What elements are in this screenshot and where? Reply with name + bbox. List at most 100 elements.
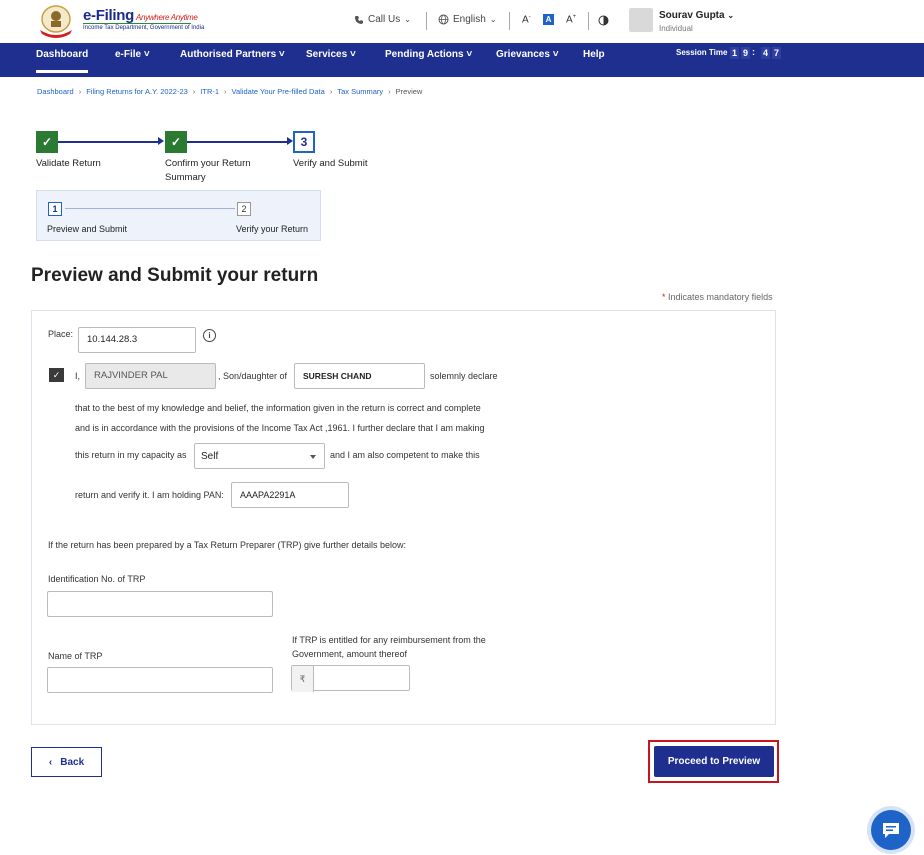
chevron-down-icon: ˅: [466, 49, 473, 60]
declaration-checkbox[interactable]: ✓: [49, 368, 64, 382]
back-button-label: Back: [60, 756, 85, 768]
chevron-down-icon: ˅: [349, 49, 356, 60]
declaration-line-1: that to the best of my knowledge and bel…: [75, 403, 481, 413]
nav-grievances[interactable]: Grievances ˅: [496, 43, 559, 77]
header-divider: [509, 12, 510, 30]
step-1-label: Validate Return: [36, 158, 101, 169]
step-1-check-icon: ✓: [36, 131, 58, 153]
reimbursement-amount-input[interactable]: ₹: [291, 665, 410, 692]
nav-authorised-partners[interactable]: Authorised Partners ˅: [180, 43, 285, 77]
reimbursement-label: If TRP is entitled for any reimbursement…: [292, 635, 486, 659]
declaration-line-3b: and I am also competent to make this: [330, 450, 480, 460]
chevron-down-icon: ⌄: [489, 15, 497, 24]
globe-icon: [438, 14, 449, 25]
place-input[interactable]: 10.144.28.3: [78, 327, 196, 353]
proceed-to-preview-button[interactable]: Proceed to Preview: [654, 746, 774, 777]
logo-tagline: Anywhere Anytime: [135, 13, 198, 22]
contrast-icon[interactable]: [598, 15, 609, 26]
avatar[interactable]: [629, 8, 653, 32]
substep-1-number: 1: [48, 202, 62, 216]
page-title: Preview and Submit your return: [31, 265, 319, 286]
step-connector: [187, 141, 287, 143]
declaration-line-3: this return in my capacity as: [75, 450, 187, 460]
nav-dashboard[interactable]: Dashboard: [36, 43, 89, 73]
trp-id-input[interactable]: [47, 591, 273, 617]
trp-name-input[interactable]: [47, 667, 273, 693]
substep-2-number: 2: [237, 202, 251, 216]
chevron-down-icon: ˅: [552, 49, 559, 60]
chevron-down-icon: ˅: [143, 49, 150, 60]
session-time-label: Session Time: [676, 48, 728, 57]
session-digit: 4: [761, 47, 770, 59]
chevron-down-icon: ˅: [278, 49, 285, 60]
logo-title: e-Filing Anywhere Anytime: [83, 7, 198, 24]
solemnly-declare-text: solemnly declare: [430, 371, 498, 381]
logo-divider: [83, 23, 191, 24]
chevron-right-icon: ›: [192, 87, 196, 96]
declaration-line-4: return and verify it. I am holding PAN:: [75, 490, 224, 500]
taxpayer-name-field: RAJVINDER PAL: [85, 363, 216, 389]
session-digit: 7: [772, 47, 781, 59]
trp-name-label: Name of TRP: [48, 651, 103, 661]
step-3-label: Verify and Submit: [293, 158, 368, 169]
step-connector: [58, 141, 158, 143]
capacity-select[interactable]: Self: [194, 443, 325, 469]
chat-bubble-icon: [883, 823, 899, 838]
verification-form-card: Place: 10.144.28.3 i ✓ I, RAJVINDER PAL …: [31, 310, 776, 725]
nav-pending-actions[interactable]: Pending Actions ˅: [385, 43, 472, 77]
place-label: Place:: [48, 329, 74, 339]
user-role: Individual: [659, 24, 693, 33]
back-button[interactable]: ‹ Back: [31, 747, 102, 777]
header-divider: [426, 12, 427, 30]
nav-services[interactable]: Services ˅: [306, 43, 356, 77]
header-divider: [588, 12, 589, 30]
info-icon[interactable]: i: [203, 329, 216, 342]
breadcrumb-itr1[interactable]: ITR-1: [200, 87, 219, 96]
call-us-label: Call Us: [368, 14, 401, 25]
capacity-selected-value: Self: [201, 451, 219, 462]
arrow-right-icon: [158, 137, 164, 145]
nav-help[interactable]: Help: [583, 43, 605, 77]
father-name-input[interactable]: SURESH CHAND: [294, 363, 425, 389]
rupee-icon: ₹: [292, 666, 314, 692]
chevron-down-icon: ⌄: [727, 11, 735, 20]
trp-note: If the return has been prepared by a Tax…: [48, 540, 407, 550]
substep-1-label: Preview and Submit: [47, 224, 128, 234]
emblem-icon: [40, 5, 72, 38]
call-us-dropdown[interactable]: Call Us ⌄: [354, 14, 411, 25]
language-dropdown[interactable]: English ⌄: [438, 14, 497, 25]
phone-icon: [355, 15, 363, 24]
increase-text-button[interactable]: A+: [566, 14, 576, 25]
user-menu[interactable]: Sourav Gupta ⌄: [659, 10, 734, 21]
chat-button[interactable]: [871, 810, 911, 850]
step-2-check-icon: ✓: [165, 131, 187, 153]
substep-2-label: Verify your Return: [236, 224, 309, 234]
breadcrumb-tax-summary[interactable]: Tax Summary: [337, 87, 383, 96]
breadcrumb-preview: Preview: [395, 87, 423, 96]
substep-panel: 1 2 Preview and Submit Verify your Retur…: [36, 190, 321, 241]
substep-connector: [65, 208, 235, 209]
chevron-right-icon: ›: [224, 87, 227, 96]
step-3-number: 3: [293, 131, 315, 153]
main-navbar: Dashboard e-File ˅ Authorised Partners ˅…: [0, 43, 924, 77]
efiling-logo[interactable]: e-Filing Anywhere Anytime Income Tax Depa…: [36, 4, 204, 38]
breadcrumb-dashboard[interactable]: Dashboard: [37, 87, 74, 96]
normal-text-button[interactable]: A: [543, 14, 554, 25]
decl-i-text: I,: [75, 371, 81, 381]
session-colon: :: [752, 47, 755, 57]
nav-efile[interactable]: e-File ˅: [115, 43, 150, 77]
pan-field: AAAPA2291A: [231, 482, 349, 508]
language-label: English: [453, 14, 486, 25]
chevron-down-icon: ⌄: [404, 15, 411, 24]
top-header: e-Filing Anywhere Anytime Income Tax Depa…: [0, 0, 924, 43]
mandatory-note: * Indicates mandatory fields: [662, 292, 773, 302]
chevron-right-icon: ›: [329, 87, 333, 96]
trp-id-label: Identification No. of TRP: [48, 574, 146, 584]
son-daughter-text: , Son/daughter of: [218, 371, 288, 381]
decrease-text-button[interactable]: A-: [522, 14, 531, 25]
session-digit: 9: [741, 47, 750, 59]
chevron-right-icon: ›: [388, 87, 391, 96]
breadcrumb-filing-returns[interactable]: Filing Returns for A.Y. 2022-23: [86, 87, 188, 96]
breadcrumb-validate[interactable]: Validate Your Pre-filled Data: [232, 87, 325, 96]
chevron-right-icon: ›: [78, 87, 82, 96]
